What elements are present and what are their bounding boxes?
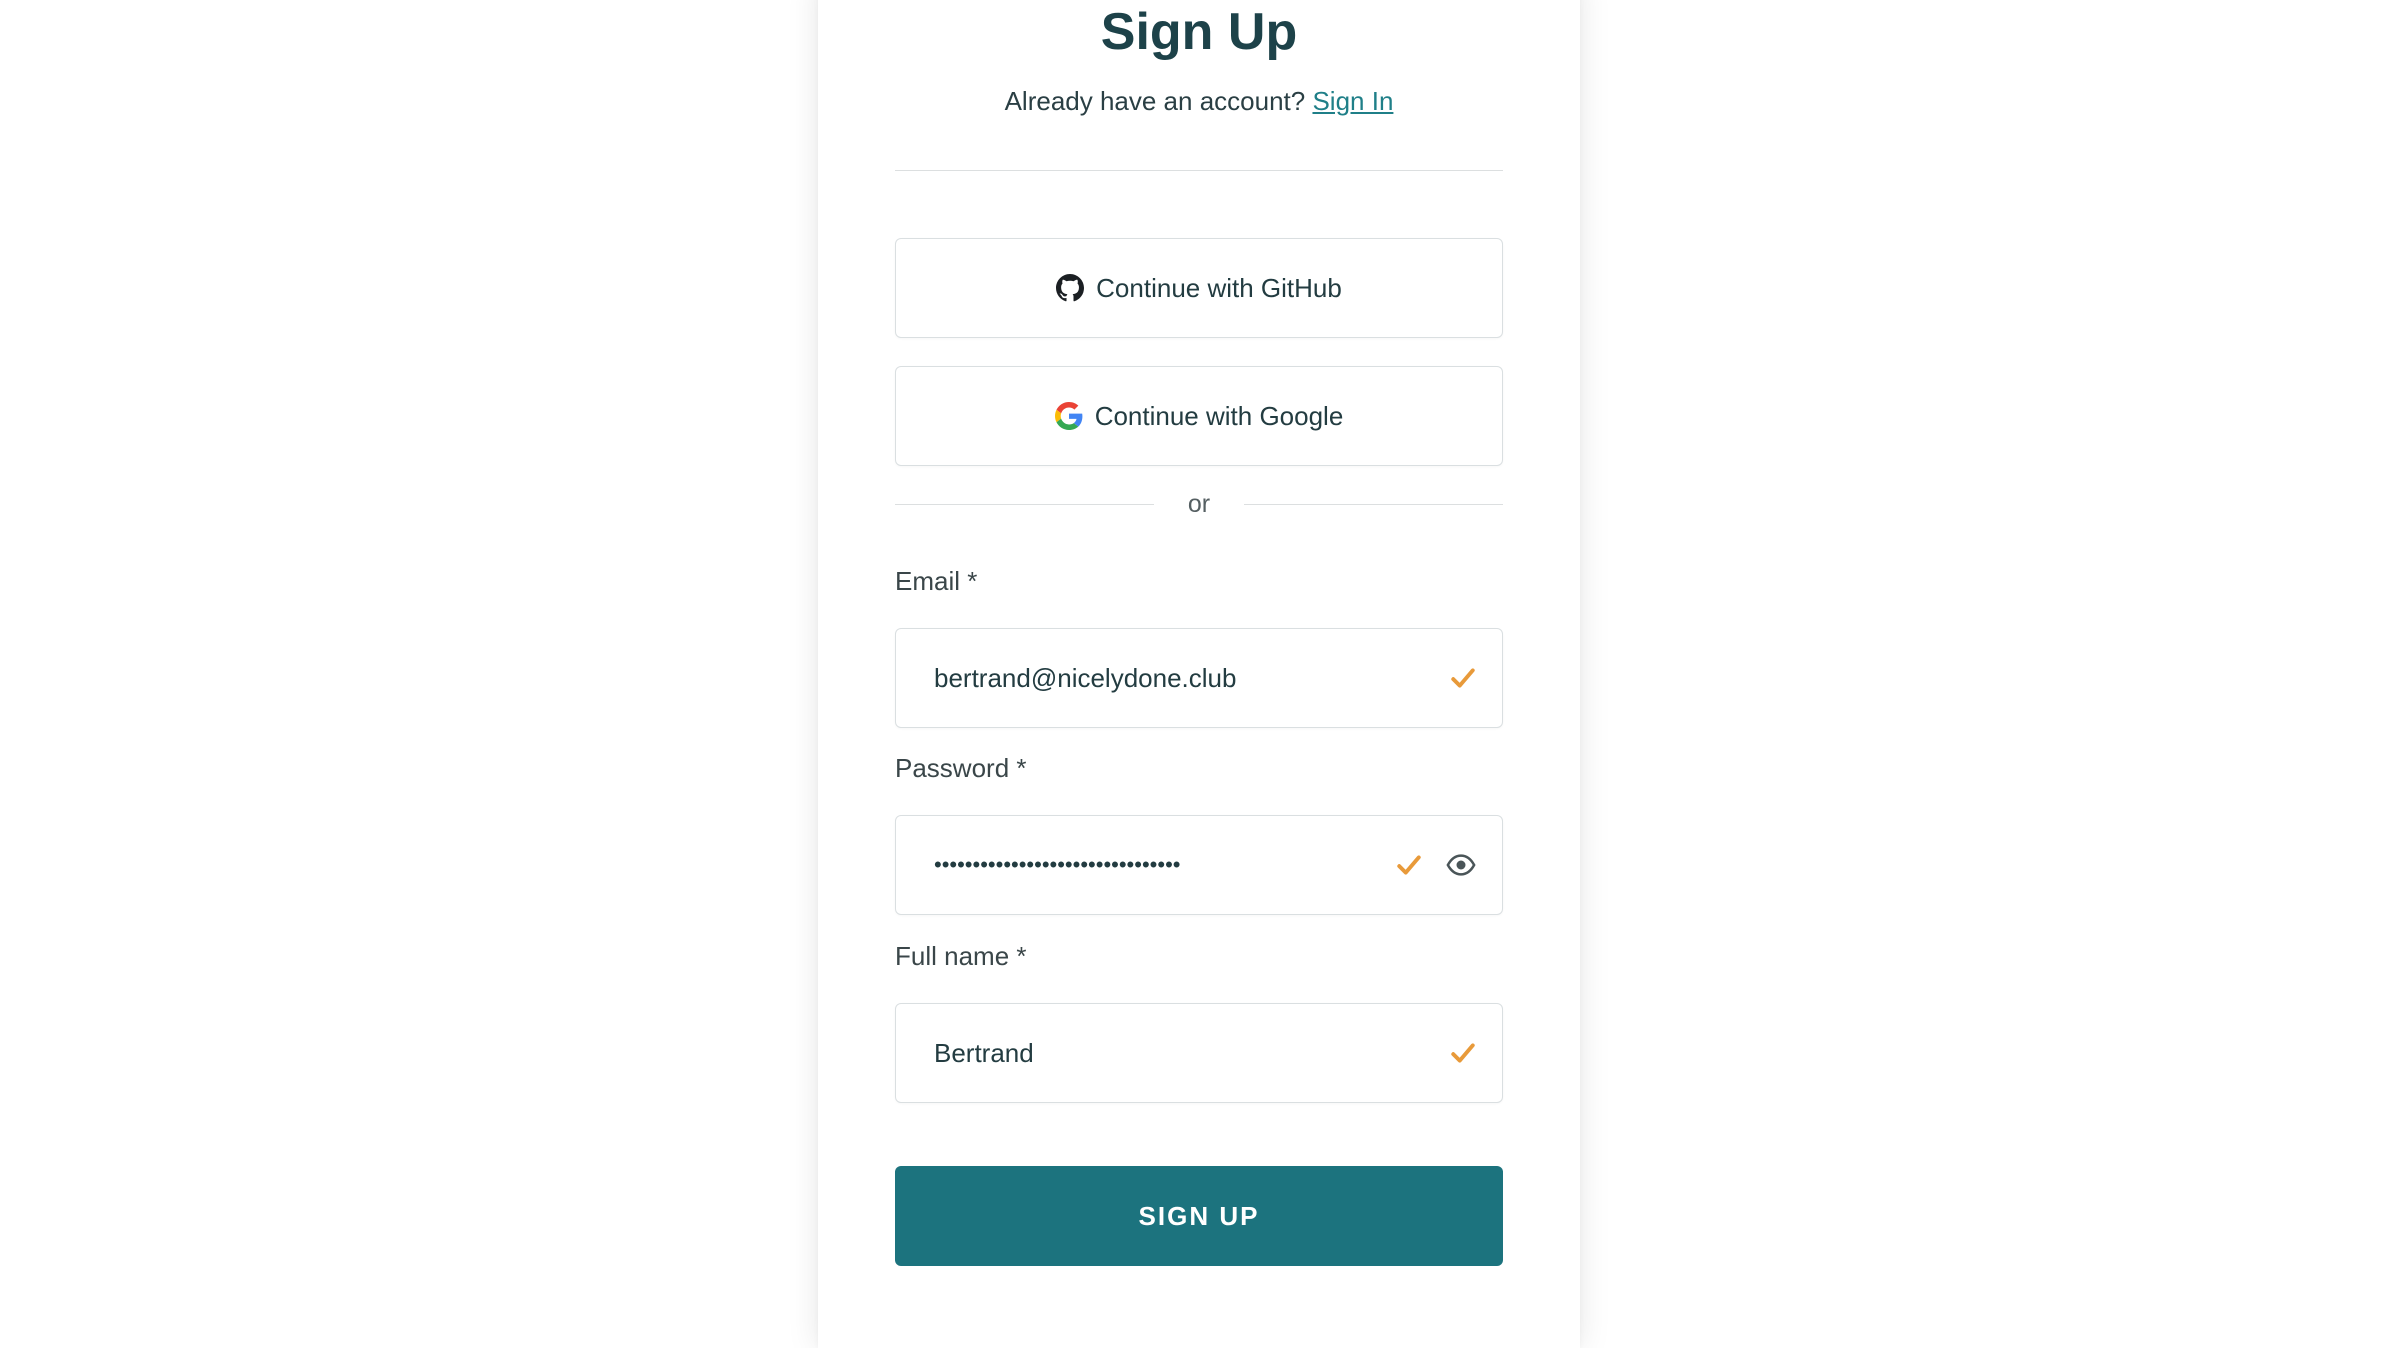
- google-button-label: Continue with Google: [1094, 400, 1344, 431]
- password-label: Password *: [895, 753, 1027, 783]
- github-button-label: Continue with GitHub: [1096, 272, 1342, 303]
- sign-in-link[interactable]: Sign In: [1312, 86, 1393, 116]
- email-field-container: [895, 628, 1503, 728]
- divider-line-right: [1244, 503, 1503, 505]
- email-checkmark-icon: [1450, 665, 1476, 691]
- signup-card: Sign Up Already have an account? Sign In…: [818, 0, 1580, 1348]
- full-name-checkmark-icon: [1450, 1040, 1476, 1066]
- full-name-field-container: [895, 1003, 1503, 1103]
- account-prompt-text: Already have an account?: [1004, 86, 1306, 116]
- sign-in-prompt: Already have an account? Sign In: [818, 86, 1580, 117]
- full-name-label: Full name *: [895, 941, 1027, 971]
- continue-with-github-button[interactable]: Continue with GitHub: [895, 238, 1503, 338]
- google-icon: [1054, 402, 1083, 430]
- or-text: or: [1187, 489, 1211, 518]
- or-divider: or: [895, 486, 1503, 522]
- password-checkmark-icon: [1396, 852, 1422, 878]
- github-icon: [1056, 274, 1085, 302]
- email-input[interactable]: [934, 629, 1374, 727]
- email-label: Email *: [895, 566, 978, 596]
- password-input[interactable]: [934, 816, 1374, 914]
- top-divider: [895, 170, 1503, 171]
- show-password-eye-icon[interactable]: [1446, 850, 1476, 880]
- full-name-input[interactable]: [934, 1004, 1374, 1102]
- password-field-container: [895, 815, 1503, 915]
- continue-with-google-button[interactable]: Continue with Google: [895, 366, 1503, 466]
- divider-line-left: [895, 503, 1154, 505]
- sign-up-button[interactable]: SIGN UP: [895, 1166, 1503, 1266]
- page-title: Sign Up: [1100, 3, 1298, 61]
